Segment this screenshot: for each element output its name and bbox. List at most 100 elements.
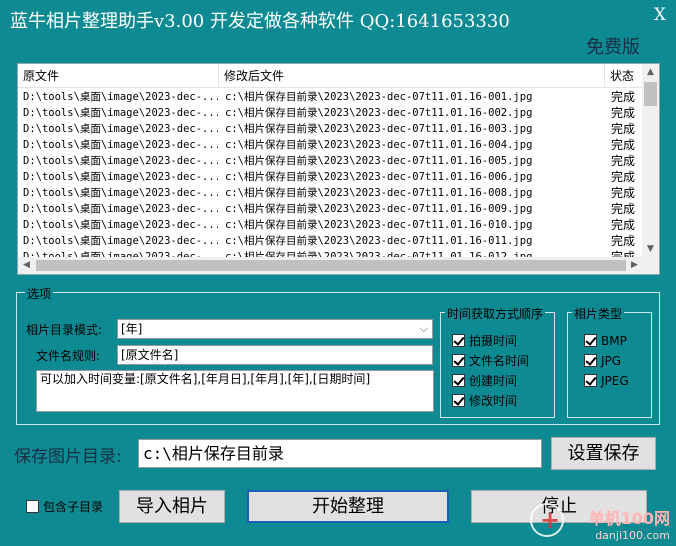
table-row[interactable]: D:\tools\桌面\image\2023-dec-... c:\相片保存目前录… — [18, 201, 643, 217]
cell-target: c:\相片保存目前录\2023\2023-dec-07t11.01.16-008… — [225, 187, 533, 199]
cell-source: D:\tools\桌面\image\2023-dec-... — [23, 219, 218, 231]
time_order-checkbox[interactable]: 文件名时间 — [452, 353, 529, 369]
cell-target: c:\相片保存目前录\2023\2023-dec-07t11.01.16-009… — [225, 203, 533, 215]
photo_type-checkbox[interactable]: BMP — [584, 333, 627, 349]
table-row[interactable]: D:\tools\桌面\image\2023-dec-... c:\相片保存目前录… — [18, 137, 643, 153]
scroll-left-icon[interactable]: ◀ — [18, 257, 35, 274]
dir-mode-label: 相片目录模式: — [26, 323, 103, 337]
horizontal-scroll-thumb[interactable] — [36, 260, 626, 271]
table-row[interactable]: D:\tools\桌面\image\2023-dec-... c:\相片保存目前录… — [18, 89, 643, 105]
list-rows: D:\tools\桌面\image\2023-dec-... c:\相片保存目前录… — [18, 89, 643, 265]
hint-text: 可以加入时间变量:[原文件名],[年月日],[年月],[年],[日期时间] — [36, 370, 434, 412]
cell-status: 完成 — [611, 202, 636, 216]
cell-target: c:\相片保存目前录\2023\2023-dec-07t11.01.16-010… — [225, 219, 533, 231]
checkbox-box[interactable] — [584, 334, 597, 347]
column-header-status[interactable]: 状态 — [605, 64, 643, 88]
cell-source: D:\tools\桌面\image\2023-dec-... — [23, 203, 218, 215]
watermark-logo-icon — [530, 503, 564, 537]
table-row[interactable]: D:\tools\桌面\image\2023-dec-... c:\相片保存目前录… — [18, 105, 643, 121]
time_order-checkbox[interactable]: 拍摄时间 — [452, 333, 517, 349]
time_order-label: 拍摄时间 — [469, 334, 518, 348]
scroll-right-icon[interactable]: ▶ — [626, 257, 643, 274]
cell-target: c:\相片保存目前录\2023\2023-dec-07t11.01.16-006… — [225, 171, 533, 183]
table-row[interactable]: D:\tools\桌面\image\2023-dec-... c:\相片保存目前录… — [18, 153, 643, 169]
checkbox-box[interactable] — [452, 374, 465, 387]
photo_type-label: JPEG — [601, 374, 629, 388]
cell-target: c:\相片保存目前录\2023\2023-dec-07t11.01.16-003… — [225, 123, 533, 135]
cell-target: c:\相片保存目前录\2023\2023-dec-07t11.01.16-002… — [225, 107, 533, 119]
cell-source: D:\tools\桌面\image\2023-dec-... — [23, 187, 218, 199]
cell-status: 完成 — [611, 170, 636, 184]
save-dir-label: 保存图片目录: — [14, 447, 122, 467]
table-row[interactable]: D:\tools\桌面\image\2023-dec-... c:\相片保存目前录… — [18, 233, 643, 249]
cell-source: D:\tools\桌面\image\2023-dec-... — [23, 91, 218, 103]
cell-source: D:\tools\桌面\image\2023-dec-... — [23, 235, 218, 247]
cell-status: 完成 — [611, 138, 636, 152]
scroll-down-icon[interactable]: ▼ — [642, 241, 659, 258]
time_order-label: 创建时间 — [469, 374, 518, 388]
start-organize-button[interactable]: 开始整理 — [247, 490, 449, 523]
horizontal-scrollbar[interactable]: ◀ ▶ — [18, 257, 643, 274]
table-row[interactable]: D:\tools\桌面\image\2023-dec-... c:\相片保存目前录… — [18, 185, 643, 201]
include-subdir-label: 包含子目录 — [43, 500, 104, 514]
table-row[interactable]: D:\tools\桌面\image\2023-dec-... c:\相片保存目前录… — [18, 121, 643, 137]
checkbox-box[interactable] — [584, 354, 597, 367]
save-dir-input[interactable]: c:\相片保存目前录 — [138, 439, 542, 468]
watermark-line1: 单机100网 — [588, 509, 670, 528]
checkbox-box[interactable] — [584, 374, 597, 387]
time_order-checkbox[interactable]: 创建时间 — [452, 373, 517, 389]
photo_type-label: BMP — [601, 334, 627, 348]
cell-status: 完成 — [611, 154, 636, 168]
cell-status: 完成 — [611, 234, 636, 248]
cell-target: c:\相片保存目前录\2023\2023-dec-07t11.01.16-011… — [225, 235, 533, 247]
name-rule-label: 文件名规则: — [36, 349, 101, 363]
cell-source: D:\tools\桌面\image\2023-dec-... — [23, 139, 218, 151]
checkbox-box[interactable] — [452, 354, 465, 367]
name-rule-input[interactable]: [原文件名] — [117, 345, 433, 365]
photo_type-label: JPG — [601, 354, 622, 368]
photo_type-checkbox[interactable]: JPG — [584, 353, 621, 369]
time_order-label: 文件名时间 — [469, 354, 530, 368]
cell-source: D:\tools\桌面\image\2023-dec-... — [23, 155, 218, 167]
vertical-scroll-thumb[interactable] — [644, 82, 657, 106]
table-row[interactable]: D:\tools\桌面\image\2023-dec-... c:\相片保存目前录… — [18, 169, 643, 185]
chevron-down-icon[interactable]: ⌵ — [420, 320, 428, 338]
include-subdir-checkbox[interactable]: 包含子目录 — [26, 499, 103, 515]
scrollbar-corner — [642, 257, 659, 274]
import-photos-button[interactable]: 导入相片 — [119, 490, 225, 523]
cell-target: c:\相片保存目前录\2023\2023-dec-07t11.01.16-004… — [225, 139, 533, 151]
close-button[interactable]: X — [654, 5, 666, 25]
dir-mode-value: [年] — [121, 322, 143, 336]
cell-status: 完成 — [611, 106, 636, 120]
dir-mode-select[interactable]: [年] ⌵ — [117, 319, 433, 339]
scroll-up-icon[interactable]: ▲ — [642, 64, 659, 81]
set-save-button[interactable]: 设置保存 — [551, 437, 656, 470]
file-list[interactable]: 原文件 修改后文件 状态 D:\tools\桌面\image\2023-dec-… — [17, 63, 660, 275]
time-order-group-label: 时间获取方式顺序 — [445, 305, 546, 322]
cell-source: D:\tools\桌面\image\2023-dec-... — [23, 171, 218, 183]
vertical-scrollbar[interactable]: ▲ ▼ — [642, 64, 659, 258]
checkbox-box[interactable] — [452, 394, 465, 407]
app-title: 蓝牛相片整理助手v3.00 开发定做各种软件 QQ:1641653330 — [10, 11, 510, 32]
edition-label: 免费版 — [586, 37, 640, 58]
time_order-checkbox[interactable]: 修改时间 — [452, 393, 517, 409]
watermark: 单机100网 danji100.com — [589, 505, 670, 542]
column-header-target[interactable]: 修改后文件 — [219, 64, 605, 88]
cell-target: c:\相片保存目前录\2023\2023-dec-07t11.01.16-001… — [225, 91, 533, 103]
options-group-label: 选项 — [25, 285, 54, 302]
checkbox-box[interactable] — [452, 334, 465, 347]
cell-status: 完成 — [611, 90, 636, 104]
watermark-line2: danji100.com — [595, 529, 670, 542]
include-subdir-box[interactable] — [26, 500, 39, 513]
cell-status: 完成 — [611, 218, 636, 232]
table-row[interactable]: D:\tools\桌面\image\2023-dec-... c:\相片保存目前录… — [18, 217, 643, 233]
time_order-label: 修改时间 — [469, 394, 518, 408]
cell-source: D:\tools\桌面\image\2023-dec-... — [23, 107, 218, 119]
cell-status: 完成 — [611, 122, 636, 136]
list-header: 原文件 修改后文件 状态 — [18, 64, 643, 88]
column-header-source[interactable]: 原文件 — [18, 64, 219, 88]
cell-source: D:\tools\桌面\image\2023-dec-... — [23, 123, 218, 135]
cell-target: c:\相片保存目前录\2023\2023-dec-07t11.01.16-005… — [225, 155, 533, 167]
photo-type-group-label: 相片类型 — [572, 305, 625, 322]
photo_type-checkbox[interactable]: JPEG — [584, 373, 629, 389]
